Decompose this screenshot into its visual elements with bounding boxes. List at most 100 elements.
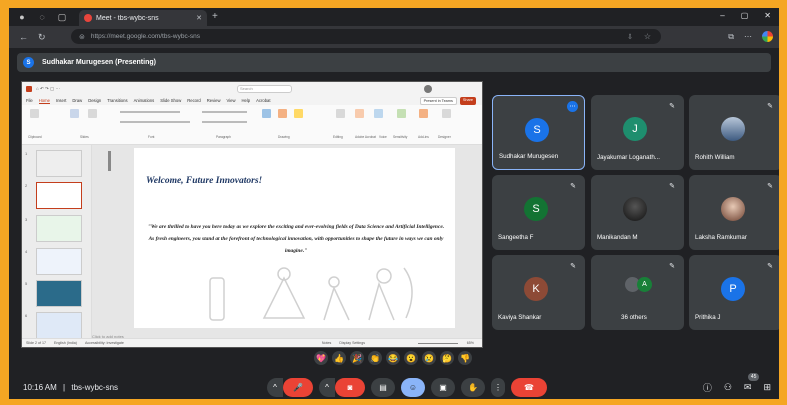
slide-thumbnail-4[interactable] bbox=[36, 248, 82, 275]
close-window-button[interactable]: ✕ bbox=[764, 11, 771, 20]
new-tab-button[interactable]: + bbox=[212, 11, 218, 22]
slide-thumbnail-2[interactable] bbox=[36, 182, 82, 209]
participant-tile-manikandan[interactable]: ✎ Manikandan M bbox=[591, 175, 684, 250]
captions-button[interactable]: ▤ bbox=[371, 378, 395, 397]
site-info-icon[interactable]: ⊜ bbox=[79, 33, 85, 41]
extensions-icon[interactable]: ⧉ bbox=[728, 32, 734, 42]
language-status[interactable]: English (India) bbox=[54, 341, 77, 345]
font-selector[interactable] bbox=[120, 111, 180, 113]
back-icon[interactable]: ← bbox=[19, 32, 28, 42]
more-options-icon[interactable]: ⋯ bbox=[567, 101, 578, 112]
reaction-sad[interactable]: 😢 bbox=[422, 351, 436, 365]
present-in-teams-button[interactable]: Present in Teams bbox=[419, 97, 457, 105]
menu-home[interactable]: Home bbox=[38, 98, 50, 104]
arrange-icon[interactable] bbox=[278, 109, 287, 118]
more-options-button[interactable]: ⋮ bbox=[491, 378, 505, 397]
emoji-reactions-button[interactable]: ☺ bbox=[401, 378, 425, 397]
download-icon[interactable]: ⇩ bbox=[627, 33, 633, 41]
paste-icon[interactable] bbox=[30, 109, 39, 118]
avatar-photo bbox=[721, 197, 745, 221]
audio-options-chevron-icon[interactable]: ^ bbox=[267, 378, 283, 397]
sensitivity-icon[interactable] bbox=[397, 109, 406, 118]
participant-tile-kaviya[interactable]: ✎ K Kaviya Shankar bbox=[492, 255, 585, 330]
people-icon[interactable]: ⚇ 45 bbox=[724, 373, 760, 393]
participant-tile-laksha[interactable]: ✎ Laksha Ramkumar bbox=[689, 175, 779, 250]
participant-tile-others[interactable]: ✎ A 36 others bbox=[591, 255, 684, 330]
raise-hand-button[interactable]: ✋ bbox=[461, 378, 485, 397]
find-icon[interactable] bbox=[336, 109, 345, 118]
alignment-row[interactable] bbox=[202, 121, 247, 123]
presenter-avatar: S bbox=[23, 57, 34, 68]
mic-toggle-button[interactable]: 🎤 bbox=[283, 378, 313, 397]
menu-draw[interactable]: Draw bbox=[72, 98, 82, 103]
menu-review[interactable]: Review bbox=[207, 98, 221, 103]
dictate-icon[interactable] bbox=[374, 109, 383, 118]
zoom-level[interactable]: 65% bbox=[467, 341, 474, 345]
menu-design[interactable]: Design bbox=[88, 98, 101, 103]
ppt-search-input[interactable]: Search bbox=[237, 85, 292, 93]
participant-tile-rohith[interactable]: ✎ Rohith William bbox=[689, 95, 779, 170]
participant-tile-sudhakar[interactable]: ⋯ S Sudhakar Murugesen bbox=[492, 95, 585, 170]
browser-tab-meet[interactable]: Meet - tbs-wybc-sns ✕ bbox=[79, 10, 207, 26]
camera-toggle-button[interactable]: ◙ bbox=[335, 378, 365, 397]
bookmark-star-icon[interactable]: ☆ bbox=[644, 32, 651, 41]
reaction-thinking[interactable]: 🤔 bbox=[440, 351, 454, 365]
font-format-row[interactable] bbox=[120, 121, 190, 123]
slide-thumbnail-5[interactable] bbox=[36, 280, 82, 307]
minimize-button[interactable]: – bbox=[720, 11, 724, 20]
menu-acrobat[interactable]: Acrobat bbox=[256, 98, 270, 103]
zoom-slider[interactable] bbox=[418, 343, 458, 344]
quick-styles-icon[interactable] bbox=[294, 109, 303, 118]
ppt-account-avatar[interactable] bbox=[424, 85, 432, 93]
canvas-scrollbar[interactable] bbox=[108, 151, 111, 171]
maximize-button[interactable]: ▢ bbox=[741, 11, 749, 20]
tab-overview-icon[interactable]: ▢ bbox=[55, 10, 69, 24]
add-ins-icon[interactable] bbox=[419, 109, 428, 118]
participant-tile-sangeetha[interactable]: ✎ S Sangeetha F bbox=[492, 175, 585, 250]
participant-tile-prithika[interactable]: ✎ P Prithika J bbox=[689, 255, 779, 330]
menu-insert[interactable]: Insert bbox=[56, 98, 66, 103]
reaction-clap[interactable]: 👏 bbox=[368, 351, 382, 365]
reaction-party[interactable]: 🎉 bbox=[350, 351, 364, 365]
more-menu-icon[interactable]: ⋯ bbox=[744, 32, 752, 41]
new-slide-icon[interactable] bbox=[70, 109, 79, 118]
reaction-thumbs-down[interactable]: 👎 bbox=[458, 351, 472, 365]
menu-record[interactable]: Record bbox=[187, 98, 201, 103]
layout-icon[interactable] bbox=[88, 109, 97, 118]
menu-transitions[interactable]: Transitions bbox=[107, 98, 127, 103]
designer-icon[interactable] bbox=[442, 109, 451, 118]
paragraph-row[interactable] bbox=[202, 111, 247, 113]
chat-icon[interactable]: ✉ bbox=[744, 382, 752, 393]
slide-thumbnail-6[interactable] bbox=[36, 312, 82, 339]
video-options-chevron-icon[interactable]: ^ bbox=[319, 378, 335, 397]
menu-file[interactable]: File bbox=[26, 98, 33, 103]
leave-call-button[interactable]: ☎ bbox=[511, 378, 547, 397]
menu-help[interactable]: Help bbox=[241, 98, 250, 103]
slide-thumbnail-1[interactable] bbox=[36, 150, 82, 177]
chrome-profile-icon[interactable] bbox=[762, 31, 773, 42]
display-settings-toggle[interactable]: Display Settings bbox=[339, 341, 365, 345]
reaction-surprised[interactable]: 😮 bbox=[404, 351, 418, 365]
meeting-details-icon[interactable]: ⓘ bbox=[703, 381, 712, 394]
reaction-heart[interactable]: 💖 bbox=[314, 351, 328, 365]
accessibility-status[interactable]: Accessibility: Investigate bbox=[85, 341, 124, 345]
shapes-icon[interactable] bbox=[262, 109, 271, 118]
participant-tile-jayakumar[interactable]: ✎ J Jayakumar Loganath... bbox=[591, 95, 684, 170]
address-bar[interactable]: ⊜ https://meet.google.com/tbs-wybc-sns ⇩… bbox=[71, 29, 661, 44]
notes-toggle[interactable]: Notes bbox=[322, 341, 331, 345]
reload-icon[interactable]: ↻ bbox=[38, 32, 46, 43]
current-slide[interactable]: Welcome, Future Innovators! "We are thri… bbox=[134, 148, 455, 328]
slide-thumbnail-3[interactable] bbox=[36, 215, 82, 242]
close-tab-icon[interactable]: ✕ bbox=[196, 14, 202, 22]
activities-icon[interactable]: ⊞ bbox=[763, 382, 771, 393]
tab-actions-icon[interactable]: ◌ bbox=[35, 10, 49, 24]
menu-animations[interactable]: Animations bbox=[134, 98, 155, 103]
reaction-thumbs-up[interactable]: 👍 bbox=[332, 351, 346, 365]
create-pdf-icon[interactable] bbox=[355, 109, 364, 118]
menu-slide-show[interactable]: Slide Show bbox=[160, 98, 181, 103]
present-screen-button[interactable]: ▣ bbox=[431, 378, 455, 397]
ppt-share-button[interactable]: Share bbox=[459, 97, 476, 105]
profile-avatar-icon[interactable]: ● bbox=[15, 10, 29, 24]
reaction-laugh[interactable]: 😂 bbox=[386, 351, 400, 365]
menu-view[interactable]: View bbox=[226, 98, 235, 103]
